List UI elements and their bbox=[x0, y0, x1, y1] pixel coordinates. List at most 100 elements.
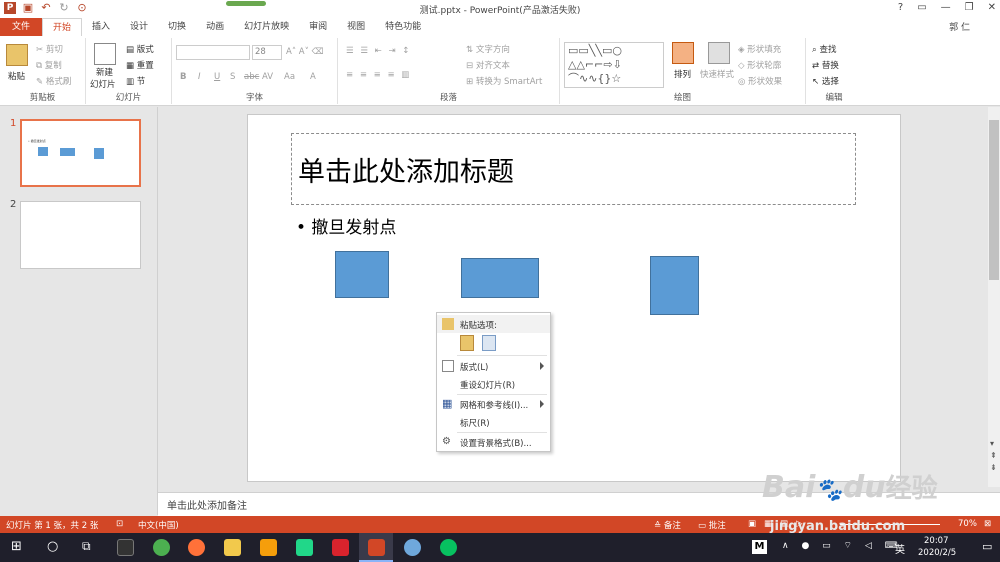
menu-item-reset-slide[interactable]: 重设幻灯片(R) bbox=[437, 375, 550, 393]
notifications-icon[interactable]: ▭ bbox=[982, 540, 992, 553]
menu-item-ruler[interactable]: 标尺(R) bbox=[437, 413, 550, 431]
tab-file[interactable]: 文件 bbox=[0, 18, 42, 36]
system-tray-icons[interactable]: ∧ ● ▭ ⌔ ◁ ⌨ bbox=[782, 540, 903, 551]
align-buttons-icon[interactable]: ≡ ≡ ≡ ≡ ▥ bbox=[346, 70, 411, 80]
paste-button[interactable]: 粘贴 bbox=[8, 70, 25, 82]
arrange-icon[interactable] bbox=[672, 42, 694, 64]
tab-home[interactable]: 开始 bbox=[42, 18, 83, 36]
slide-counter: 幻灯片 第 1 张，共 2 张 bbox=[6, 521, 99, 531]
quick-styles-button[interactable]: 快速样式 bbox=[700, 68, 734, 80]
layout-button[interactable]: ▤ 版式 bbox=[126, 43, 154, 55]
close-button[interactable]: ✕ bbox=[988, 2, 996, 13]
cortana-icon[interactable]: ○ bbox=[47, 539, 58, 554]
user-account[interactable]: 郭 仁 bbox=[949, 20, 970, 33]
ime-tile[interactable]: M bbox=[752, 540, 767, 554]
shape-outline-button[interactable]: ◇ 形状轮廓 bbox=[738, 59, 781, 71]
thumbnail-slide-1[interactable]: • 撤旦发射点 bbox=[20, 119, 141, 187]
underline-button[interactable]: U bbox=[214, 72, 220, 82]
new-slide-icon[interactable] bbox=[94, 43, 116, 65]
bullet-text[interactable]: • 撤旦发射点 bbox=[296, 213, 396, 238]
tab-view[interactable]: 视图 bbox=[337, 18, 375, 36]
restore-button[interactable]: ❐ bbox=[965, 2, 974, 13]
font-name-box[interactable] bbox=[176, 45, 250, 60]
file-explorer-icon[interactable] bbox=[224, 539, 241, 556]
menu-item-format-background[interactable]: ⚙ 设置背景格式(B)... bbox=[437, 433, 550, 451]
text-direction-button[interactable]: ⇅ 文字方向 bbox=[466, 43, 510, 55]
wechat-icon[interactable] bbox=[440, 539, 457, 556]
reset-button[interactable]: ▦ 重置 bbox=[126, 59, 154, 71]
font-color-button[interactable]: A bbox=[310, 72, 316, 82]
paste-icon[interactable] bbox=[6, 44, 28, 66]
shape-effects-button[interactable]: ◎ 形状效果 bbox=[738, 75, 782, 87]
start-from-beginning-icon[interactable]: ⊙ bbox=[76, 2, 88, 14]
tab-transitions[interactable]: 切换 bbox=[158, 18, 196, 36]
find-button[interactable]: ⌕ 查找 bbox=[812, 43, 836, 55]
menu-item-grid-guides[interactable]: ▦ 网格和参考线(I)... bbox=[437, 395, 550, 413]
shadow-button[interactable]: S bbox=[230, 72, 235, 82]
section-button[interactable]: ▥ 节 bbox=[126, 75, 145, 87]
notes-placeholder[interactable]: 单击此处添加备注 bbox=[167, 497, 247, 512]
replace-button[interactable]: ⇄ 替换 bbox=[812, 59, 839, 71]
convert-smartart-button[interactable]: ⊞ 转换为 SmartArt bbox=[466, 75, 542, 87]
tab-features[interactable]: 特色功能 bbox=[375, 18, 431, 36]
bold-button[interactable]: B bbox=[180, 72, 186, 82]
terminal-icon[interactable] bbox=[117, 539, 134, 556]
save-icon[interactable]: ▣ bbox=[22, 2, 34, 14]
minimize-button[interactable]: — bbox=[941, 2, 951, 13]
shapes-gallery[interactable]: ▭▭╲╲▭○ △△⌐⌐⇨⇩ ⌒∿∿{}☆ bbox=[564, 42, 664, 88]
grow-font-icon[interactable]: A˄ A˅ ⌫ bbox=[286, 47, 324, 57]
tab-animations[interactable]: 动画 bbox=[196, 18, 234, 36]
chrome-icon[interactable] bbox=[153, 539, 170, 556]
redo-icon[interactable]: ↻ bbox=[58, 2, 70, 14]
quick-styles-icon[interactable] bbox=[708, 42, 730, 64]
tab-review[interactable]: 审阅 bbox=[299, 18, 337, 36]
ribbon-display-icon[interactable]: ▭ bbox=[917, 2, 926, 13]
copy-button[interactable]: ⧉ 复制 bbox=[36, 59, 62, 71]
rectangle-shape[interactable] bbox=[335, 251, 389, 298]
arrange-button[interactable]: 排列 bbox=[674, 68, 691, 80]
scroll-arrows-icon[interactable]: ▾ ⇞ ⇟ bbox=[990, 438, 997, 474]
language-indicator[interactable]: 中文(中国) bbox=[138, 519, 179, 531]
format-painter-button[interactable]: ✎ 格式刷 bbox=[36, 75, 71, 87]
cut-button[interactable]: ✂ 剪切 bbox=[36, 43, 63, 55]
fit-slide-icon[interactable]: ⊠ bbox=[984, 519, 991, 529]
new-slide-label[interactable]: 幻灯片 bbox=[90, 78, 116, 90]
clock-date[interactable]: 2020/2/5 bbox=[918, 548, 956, 558]
paste-picture-icon[interactable] bbox=[482, 335, 496, 351]
firefox-icon[interactable] bbox=[188, 539, 205, 556]
zoom-level[interactable]: 70% bbox=[958, 519, 977, 529]
strikethrough-button[interactable]: abc bbox=[244, 72, 259, 82]
character-spacing-button[interactable]: AV bbox=[262, 72, 273, 82]
app-icon[interactable] bbox=[404, 539, 421, 556]
rectangle-shape[interactable] bbox=[650, 256, 699, 315]
tab-slideshow[interactable]: 幻灯片放映 bbox=[234, 18, 299, 36]
windows-start-icon[interactable]: ⊞ bbox=[11, 539, 22, 554]
task-view-icon[interactable]: ⧉ bbox=[82, 539, 91, 554]
italic-button[interactable]: I bbox=[198, 72, 201, 82]
scrollbar-thumb[interactable] bbox=[989, 120, 999, 280]
spellcheck-icon[interactable]: ⊡ bbox=[116, 519, 123, 529]
change-case-button[interactable]: Aa bbox=[284, 72, 295, 82]
select-button[interactable]: ↖ 选择 bbox=[812, 75, 839, 87]
align-text-button[interactable]: ⊟ 对齐文本 bbox=[466, 59, 510, 71]
app-icon[interactable] bbox=[332, 539, 349, 556]
notes-toggle[interactable]: ≙ 备注 bbox=[654, 519, 681, 531]
title-placeholder-text[interactable]: 单击此处添加标题 bbox=[298, 150, 514, 189]
comments-toggle[interactable]: ▭ 批注 bbox=[698, 519, 726, 531]
app-icon[interactable] bbox=[260, 539, 277, 556]
new-slide-button[interactable]: 新建 bbox=[96, 66, 113, 78]
shape-fill-button[interactable]: ◈ 形状填充 bbox=[738, 43, 781, 55]
list-buttons-icon[interactable]: ☰ ☰ ⇤ ⇥ ↕ bbox=[346, 46, 411, 56]
undo-icon[interactable]: ↶ bbox=[40, 2, 52, 14]
tab-design[interactable]: 设计 bbox=[120, 18, 158, 36]
font-size-box[interactable]: 28 bbox=[252, 45, 282, 60]
clock-time[interactable]: 20:07 bbox=[924, 536, 949, 546]
thumbnail-slide-2[interactable] bbox=[20, 201, 141, 269]
paste-keep-format-icon[interactable] bbox=[460, 335, 474, 351]
help-button[interactable]: ? bbox=[898, 2, 903, 13]
rectangle-shape[interactable] bbox=[461, 258, 539, 298]
tab-insert[interactable]: 插入 bbox=[82, 18, 120, 36]
powerpoint-icon[interactable] bbox=[368, 539, 385, 556]
menu-item-layout[interactable]: 版式(L) bbox=[437, 357, 550, 375]
pycharm-icon[interactable] bbox=[296, 539, 313, 556]
